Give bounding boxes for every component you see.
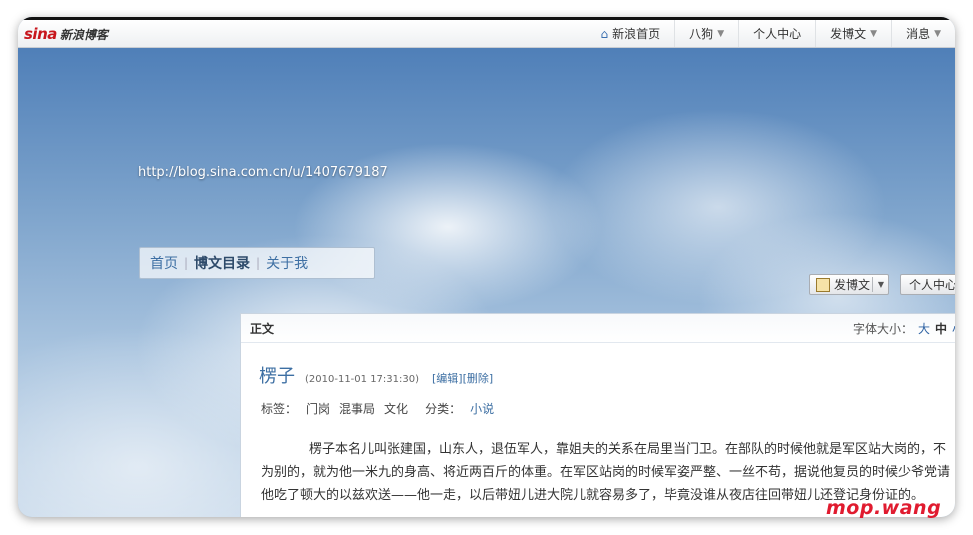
tag-item[interactable]: 文化 bbox=[384, 400, 408, 417]
category-label: 分类： bbox=[425, 402, 462, 416]
edit-icon bbox=[816, 277, 830, 292]
nav-separator: | bbox=[256, 256, 261, 270]
font-size-control: 字体大小： 大中小 bbox=[853, 320, 955, 337]
blog-nav-bar: 首页 | 博文目录 | 关于我 bbox=[139, 247, 375, 279]
post-article-label: 发博文 bbox=[834, 278, 871, 292]
tag-item[interactable]: 门岗 bbox=[306, 400, 330, 417]
blog-nav-home[interactable]: 首页 bbox=[150, 253, 178, 273]
sina-top-bar: sina 新浪博客 ⌂ 新浪首页 八狗 ▼ 个人中心 发博文 ▼ 消息 ▼ bbox=[18, 20, 955, 48]
watermark: mop.wang bbox=[826, 497, 942, 519]
category-link[interactable]: 小说 bbox=[470, 400, 494, 417]
article-title-row: 楞子 (2010-11-01 17:31:30) [编辑][删除] bbox=[259, 362, 493, 388]
font-size-medium[interactable]: 中 bbox=[935, 322, 947, 336]
nav-user-menu[interactable]: 八狗 ▼ bbox=[674, 20, 738, 47]
personal-center-label: 个人中心 bbox=[909, 278, 955, 292]
tags-label: 标签： bbox=[261, 402, 298, 416]
tag-item[interactable]: 混事局 bbox=[339, 400, 375, 417]
nav-messages-label: 消息 bbox=[906, 27, 931, 41]
nav-messages[interactable]: 消息 ▼ bbox=[891, 20, 955, 47]
sina-logo-mark: sina bbox=[24, 25, 57, 43]
nav-sina-home-label: 新浪首页 bbox=[612, 27, 661, 41]
font-size-small[interactable]: 小 bbox=[952, 322, 955, 336]
font-size-large[interactable]: 大 bbox=[918, 322, 930, 336]
home-icon: ⌂ bbox=[600, 26, 609, 41]
nav-post-article[interactable]: 发博文 ▼ bbox=[815, 20, 891, 47]
nav-personal-center-label: 个人中心 bbox=[753, 27, 802, 41]
personal-center-button[interactable]: 个人中心 bbox=[900, 274, 955, 295]
sina-blog-logo[interactable]: sina 新浪博客 bbox=[24, 24, 108, 44]
browser-frame: sina 新浪博客 ⌂ 新浪首页 八狗 ▼ 个人中心 发博文 ▼ 消息 ▼ ht… bbox=[18, 17, 955, 517]
sina-blog-logo-text: 新浪博客 bbox=[59, 27, 108, 42]
blog-url[interactable]: http://blog.sina.com.cn/u/1407679187 bbox=[138, 165, 388, 180]
post-article-button[interactable]: 发博文 ▼ bbox=[809, 274, 889, 295]
blog-nav-about[interactable]: 关于我 bbox=[266, 253, 308, 273]
nav-user-label: 八狗 bbox=[689, 27, 714, 41]
article-panel: 正文 字体大小： 大中小 楞子 (2010-11-01 17:31:30) [编辑… bbox=[240, 313, 955, 517]
chevron-down-icon: ▼ bbox=[870, 28, 878, 39]
article-edit-delete-links[interactable]: [编辑][删除] bbox=[432, 370, 493, 386]
blog-nav-catalog[interactable]: 博文目录 bbox=[194, 253, 250, 273]
top-nav: ⌂ 新浪首页 八狗 ▼ 个人中心 发博文 ▼ 消息 ▼ bbox=[587, 20, 955, 47]
nav-personal-center[interactable]: 个人中心 bbox=[738, 20, 815, 47]
article-header: 正文 字体大小： 大中小 bbox=[241, 314, 955, 343]
nav-sina-home[interactable]: ⌂ 新浪首页 bbox=[587, 20, 675, 47]
article-tags-row: 标签： 门岗 混事局 文化 分类： 小说 bbox=[261, 400, 503, 417]
article-timestamp: (2010-11-01 17:31:30) bbox=[305, 374, 420, 385]
font-size-label: 字体大小： bbox=[852, 321, 913, 336]
button-divider bbox=[872, 277, 873, 292]
article-title: 楞子 bbox=[259, 366, 295, 387]
chevron-down-icon[interactable]: ▼ bbox=[878, 280, 884, 289]
nav-separator: | bbox=[184, 256, 189, 270]
article-section-title: 正文 bbox=[250, 321, 275, 336]
chevron-down-icon: ▼ bbox=[717, 28, 725, 39]
nav-post-label: 发博文 bbox=[830, 27, 867, 41]
chevron-down-icon: ▼ bbox=[934, 28, 941, 39]
